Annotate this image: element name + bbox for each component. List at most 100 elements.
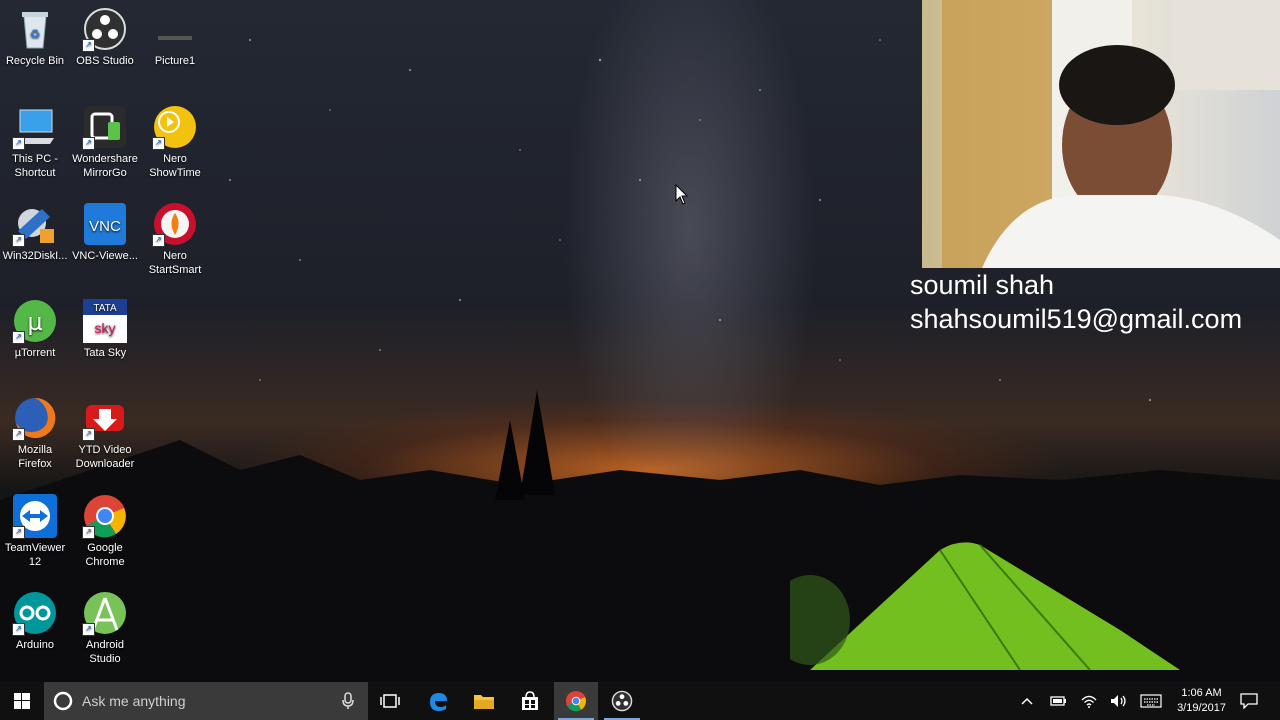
icon-label: Google Chrome [85, 542, 125, 568]
recycle-bin-icon: ♻ [12, 6, 58, 52]
svg-text:VNC: VNC [89, 218, 121, 235]
desktop-icon-android-studio[interactable]: ↗ Android Studio [70, 590, 140, 666]
icon-label: Nero StartSmart [148, 250, 202, 276]
keyboard-icon [1140, 694, 1162, 708]
desktop-icon-win32diskimager[interactable]: ↗ Win32DiskI... [0, 201, 70, 263]
taskbar-edge[interactable] [416, 682, 460, 720]
desktop-icon-tata-sky[interactable]: TATA sky Tata Sky [70, 298, 140, 360]
desktop-background: ♻ Recycle Bin ↗ OBS Studio Picture1 ↗ Th… [0, 0, 1280, 682]
notification-icon [1240, 693, 1258, 709]
icon-label: µTorrent [14, 347, 56, 359]
taskbar-store[interactable] [508, 682, 552, 720]
windows-logo-icon [14, 693, 30, 709]
icon-label: VNC-Viewe... [72, 250, 138, 262]
action-center-button[interactable] [1234, 682, 1264, 720]
desktop-icon-nero-startsmart[interactable]: ↗ Nero StartSmart [140, 201, 210, 277]
shortcut-arrow-icon: ↗ [12, 428, 25, 441]
icon-label: Win32DiskI... [2, 250, 68, 262]
svg-text:sky: sky [95, 320, 116, 336]
desktop-icon-vnc-viewer[interactable]: VNC VNC-Viewe... [70, 201, 140, 263]
cortana-circle-icon [53, 691, 73, 711]
firefox-icon: ↗ [12, 395, 58, 441]
clock-time: 1:06 AM [1181, 687, 1222, 699]
chrome-icon: ↗ [82, 493, 128, 539]
icon-label: YTD Video Downloader [75, 444, 135, 470]
tray-volume[interactable] [1106, 682, 1132, 720]
icon-label: Nero ShowTime [149, 153, 201, 179]
svg-text:µ: µ [27, 308, 42, 336]
teamviewer-icon: ↗ [12, 493, 58, 539]
presenter-name: soumil shah [910, 270, 1055, 300]
shortcut-arrow-icon: ↗ [12, 331, 25, 344]
taskbar-chrome[interactable] [554, 682, 598, 720]
nero-startsmart-icon: ↗ [152, 201, 198, 247]
start-button[interactable] [0, 682, 44, 720]
speaker-icon [1111, 695, 1126, 707]
utorrent-icon: µ ↗ [12, 298, 58, 344]
desktop-icon-this-pc[interactable]: ↗ This PC - Shortcut [0, 104, 70, 180]
obs-icon: ↗ [82, 6, 128, 52]
desktop-icon-arduino[interactable]: ↗ Arduino [0, 590, 70, 652]
shortcut-arrow-icon: ↗ [82, 623, 95, 636]
icon-label: Mozilla Firefox [17, 444, 53, 470]
desktop-icon-obs-studio[interactable]: ↗ OBS Studio [70, 6, 140, 68]
clock[interactable]: 1:06 AM 3/19/2017 [1177, 686, 1226, 716]
edge-icon [430, 693, 447, 711]
webcam-overlay [922, 0, 1280, 268]
tray-power[interactable] [1044, 682, 1070, 720]
show-hidden-icons-button[interactable] [1016, 682, 1038, 720]
search-placeholder: Ask me anything [82, 693, 186, 709]
tray-network[interactable] [1076, 682, 1102, 720]
nero-showtime-icon: ↗ [152, 104, 198, 150]
desktop-icon-utorrent[interactable]: µ ↗ µTorrent [0, 298, 70, 360]
taskbar-file-explorer[interactable] [462, 682, 506, 720]
wifi-icon [1081, 695, 1097, 708]
folder-icon [474, 695, 494, 709]
shortcut-arrow-icon: ↗ [152, 137, 165, 150]
desktop-icon-recycle-bin[interactable]: ♻ Recycle Bin [0, 6, 70, 68]
mirrorgo-icon: ↗ [82, 104, 128, 150]
desktop-icon-picture1[interactable]: Picture1 [140, 6, 210, 68]
presenter-email: shahsoumil519@gmail.com [910, 304, 1243, 334]
tatasky-icon: TATA sky [82, 298, 128, 344]
desktop-icon-ytd[interactable]: ↗ YTD Video Downloader [70, 395, 140, 471]
shortcut-arrow-icon: ↗ [82, 428, 95, 441]
shortcut-arrow-icon: ↗ [152, 234, 165, 247]
tent-illustration [790, 542, 1180, 671]
vnc-icon: VNC [82, 201, 128, 247]
store-bag-icon [522, 691, 538, 710]
shortcut-arrow-icon: ↗ [12, 623, 25, 636]
taskbar: Ask me anything 1:06 AM 3/19/2017 [0, 682, 1280, 720]
task-view-button[interactable] [368, 682, 412, 720]
computer-icon: ↗ [12, 104, 58, 150]
icon-label: Recycle Bin [5, 55, 65, 67]
picture-icon [152, 6, 198, 52]
desktop-icon-nero-showtime[interactable]: ↗ Nero ShowTime [140, 104, 210, 180]
svg-text:♻: ♻ [30, 27, 41, 41]
desktop-icon-teamviewer[interactable]: ↗ TeamViewer 12 [0, 493, 70, 569]
shortcut-arrow-icon: ↗ [12, 137, 25, 150]
ytd-icon: ↗ [82, 395, 128, 441]
tray-keyboard[interactable] [1136, 682, 1166, 720]
chrome-icon [565, 690, 587, 712]
icon-label: This PC - Shortcut [12, 153, 58, 179]
icon-label: Tata Sky [83, 347, 127, 359]
taskbar-obs[interactable] [600, 682, 644, 720]
microphone-icon[interactable] [342, 692, 354, 710]
arduino-icon: ↗ [12, 590, 58, 636]
chevron-up-icon [1021, 697, 1033, 705]
icon-label: Picture1 [154, 55, 196, 67]
shortcut-arrow-icon: ↗ [82, 526, 95, 539]
shortcut-arrow-icon: ↗ [12, 234, 25, 247]
desktop-icon-google-chrome[interactable]: ↗ Google Chrome [70, 493, 140, 569]
mouse-cursor-icon [675, 184, 689, 205]
icon-label: TeamViewer 12 [4, 542, 66, 568]
desktop-icon-mirrorgo[interactable]: ↗ Wondershare MirrorGo [70, 104, 140, 180]
obs-icon [611, 690, 633, 712]
clock-date: 3/19/2017 [1177, 702, 1226, 714]
icon-label: Arduino [16, 639, 54, 651]
icon-label: Wondershare MirrorGo [72, 153, 138, 179]
shortcut-arrow-icon: ↗ [12, 526, 25, 539]
cortana-search-box[interactable]: Ask me anything [44, 682, 368, 720]
desktop-icon-firefox[interactable]: ↗ Mozilla Firefox [0, 395, 70, 471]
